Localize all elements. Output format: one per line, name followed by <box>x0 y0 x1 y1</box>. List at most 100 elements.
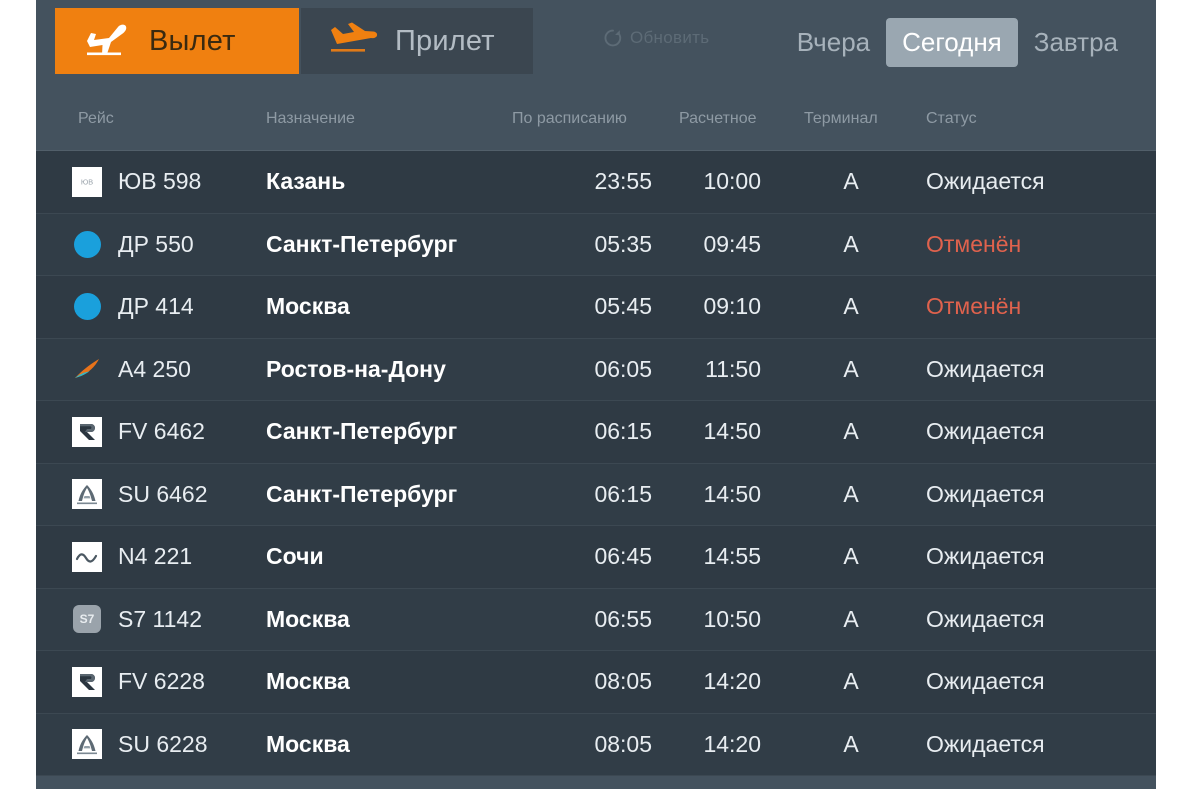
status-badge: Ожидается <box>926 730 1045 757</box>
destination: Москва <box>266 730 350 757</box>
column-header-estimated: Расчетное <box>679 110 757 127</box>
status-badge: Ожидается <box>926 355 1045 382</box>
terminal: A <box>843 480 859 507</box>
flight-number: ДР 414 <box>118 293 194 320</box>
tab-departure[interactable]: Вылет <box>55 8 299 74</box>
table-row[interactable]: A4 250 Ростов-на-Дону 06:05 11:50 A Ожидается <box>36 338 1156 401</box>
column-header-destination: Назначение <box>266 110 355 127</box>
plane-arrival-icon <box>331 22 378 52</box>
rossiya-logo-icon <box>72 416 102 447</box>
scheduled-time: 08:05 <box>594 730 652 757</box>
scheduled-time: 06:05 <box>594 355 652 382</box>
status-badge: Отменён <box>926 293 1022 320</box>
dr-logo-icon <box>73 230 101 258</box>
airline-logo-cell <box>70 714 104 776</box>
destination: Санкт-Петербург <box>266 418 458 445</box>
estimated-time: 10:00 <box>703 168 761 195</box>
flight-number: FV 6228 <box>118 668 205 695</box>
column-header-scheduled: По расписанию <box>512 110 627 127</box>
flight-number: A4 250 <box>118 355 191 382</box>
scheduled-time: 05:45 <box>594 293 652 320</box>
airline-logo-cell <box>70 339 104 401</box>
status-badge: Ожидается <box>926 168 1045 195</box>
day-yesterday[interactable]: Вчера <box>781 18 886 67</box>
terminal: A <box>843 543 859 570</box>
azimuth-logo-icon <box>75 359 99 379</box>
estimated-time: 11:50 <box>705 355 761 382</box>
nordwind-logo-icon <box>72 541 102 572</box>
estimated-time: 14:50 <box>703 418 761 445</box>
table-row[interactable]: ЮВ ЮВ 598 Казань 23:55 10:00 A Ожидается <box>36 151 1156 214</box>
airline-logo-cell <box>70 401 104 463</box>
flight-number: S7 1142 <box>118 605 202 632</box>
refresh-label: Обновить <box>630 28 710 47</box>
table-row[interactable]: SU 6228 Москва 08:05 14:20 A Ожидается <box>36 713 1156 776</box>
scheduled-time: 06:15 <box>594 480 652 507</box>
estimated-time: 14:20 <box>703 730 761 757</box>
flight-number: SU 6228 <box>118 730 208 757</box>
table-row[interactable]: SU 6462 Санкт-Петербург 06:15 14:50 A Ожидает… <box>36 463 1156 526</box>
terminal: A <box>843 605 859 632</box>
airline-logo-cell <box>70 276 104 338</box>
tab-arrival[interactable]: Прилет <box>301 8 533 74</box>
flight-number: ДР 550 <box>118 230 194 257</box>
tab-departure-label: Вылет <box>149 24 236 57</box>
destination: Ростов-на-Дону <box>266 355 446 382</box>
table-header: Рейс Назначение По расписанию Расчетное … <box>36 88 1156 151</box>
aeroflot-logo-icon <box>72 729 102 760</box>
estimated-time: 09:45 <box>703 230 761 257</box>
destination: Москва <box>266 668 350 695</box>
table-row[interactable]: N4 221 Сочи 06:45 14:55 A Ожидается <box>36 526 1156 589</box>
destination: Санкт-Петербург <box>266 230 458 257</box>
table-row[interactable]: ДР 550 Санкт-Петербург 05:35 09:45 A Отменён <box>36 213 1156 276</box>
flight-board: Вылет Прилет Обновить Вчера Сегодня Завт… <box>36 0 1156 789</box>
airline-logo-cell: ЮВ <box>70 151 104 213</box>
column-header-flight: Рейс <box>78 110 114 127</box>
destination: Москва <box>266 605 350 632</box>
airline-logo-cell <box>70 464 104 526</box>
terminal: A <box>843 230 859 257</box>
table-row[interactable]: FV 6228 Москва 08:05 14:20 A Ожидается <box>36 651 1156 714</box>
scheduled-time: 05:35 <box>594 230 652 257</box>
scheduled-time: 06:15 <box>594 418 652 445</box>
status-badge: Ожидается <box>926 605 1045 632</box>
refresh-button[interactable]: Обновить <box>603 28 709 48</box>
tab-arrival-label: Прилет <box>395 24 495 57</box>
table-row[interactable]: ДР 414 Москва 05:45 09:10 A Отменён <box>36 276 1156 339</box>
terminal: A <box>843 168 859 195</box>
estimated-time: 14:20 <box>703 668 761 695</box>
scheduled-time: 06:45 <box>594 543 652 570</box>
terminal: A <box>843 668 859 695</box>
terminal: A <box>843 293 859 320</box>
rossiya-logo-icon <box>72 666 102 697</box>
estimated-time: 14:55 <box>703 543 761 570</box>
flight-number: FV 6462 <box>118 418 205 445</box>
estimated-time: 10:50 <box>703 605 761 632</box>
scheduled-time: 23:55 <box>594 168 652 195</box>
svg-text:ЮВ: ЮВ <box>81 178 93 187</box>
day-today[interactable]: Сегодня <box>886 18 1018 67</box>
terminal: A <box>843 355 859 382</box>
day-tomorrow[interactable]: Завтра <box>1018 18 1134 67</box>
flight-number: SU 6462 <box>118 480 208 507</box>
airline-logo-cell <box>70 651 104 713</box>
table-row[interactable]: S7 S7 1142 Москва 06:55 10:50 A Ожидается <box>36 588 1156 651</box>
destination: Казань <box>266 168 346 195</box>
terminal: A <box>843 418 859 445</box>
airline-logo-cell <box>70 214 104 276</box>
day-switcher: Вчера Сегодня Завтра <box>781 18 1134 67</box>
refresh-icon <box>604 29 622 47</box>
column-header-status: Статус <box>926 110 977 127</box>
status-badge: Ожидается <box>926 480 1045 507</box>
estimated-time: 14:50 <box>703 480 761 507</box>
table-row[interactable]: FV 6462 Санкт-Петербург 06:15 14:50 A Ожидает… <box>36 401 1156 464</box>
destination: Сочи <box>266 543 324 570</box>
destination: Москва <box>266 293 350 320</box>
airline-logo-cell <box>70 526 104 588</box>
column-header-terminal: Терминал <box>804 110 878 127</box>
status-badge: Ожидается <box>926 668 1045 695</box>
destination: Санкт-Петербург <box>266 480 458 507</box>
flight-list: ЮВ ЮВ 598 Казань 23:55 10:00 A Ожидается ДР 550… <box>36 151 1156 776</box>
plane-departure-icon <box>87 24 127 56</box>
scheduled-time: 06:55 <box>594 605 652 632</box>
